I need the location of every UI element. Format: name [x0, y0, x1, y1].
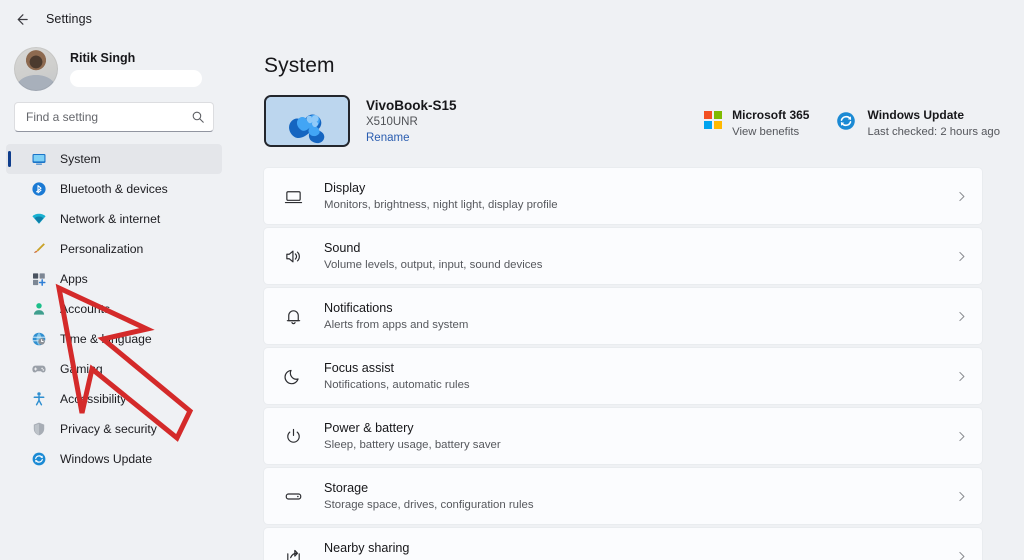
back-arrow-icon[interactable] — [8, 6, 34, 32]
monitor-icon — [282, 185, 304, 207]
row-subtitle: Notifications, automatic rules — [324, 379, 470, 391]
window-title: Settings — [46, 12, 92, 26]
monitor-icon — [30, 151, 47, 168]
row-title: Display — [324, 181, 366, 195]
settings-list: Display Monitors, brightness, night ligh… — [264, 168, 982, 560]
user-profile[interactable]: Ritik Singh — [0, 42, 228, 96]
row-title: Notifications — [324, 301, 393, 315]
sidebar-item-apps[interactable]: Apps — [6, 264, 222, 294]
sidebar-item-system[interactable]: System — [6, 144, 222, 174]
row-title: Storage — [324, 481, 369, 495]
sidebar-item-windows-update[interactable]: Windows Update — [6, 444, 222, 474]
sidebar-item-bluetooth-devices[interactable]: Bluetooth & devices — [6, 174, 222, 204]
settings-window: Settings Ritik Singh Find a setting Syst… — [0, 0, 1024, 560]
device-name: VivoBook-S15 — [366, 98, 457, 113]
sidebar-item-label: Accessibility — [60, 392, 127, 406]
sidebar-item-label: Accounts — [60, 302, 111, 316]
rename-link[interactable]: Rename — [366, 132, 457, 144]
settings-row-notifications[interactable]: Notifications Alerts from apps and syste… — [264, 288, 982, 344]
share-icon — [282, 545, 304, 560]
windows-bloom-wallpaper — [264, 95, 350, 147]
shield-icon — [30, 421, 47, 438]
sidebar-item-label: Network & internet — [60, 212, 161, 226]
chevron-right-icon — [955, 430, 968, 443]
page-title: System — [264, 54, 335, 77]
row-title: Focus assist — [324, 361, 394, 375]
settings-row-storage[interactable]: Storage Storage space, drives, configura… — [264, 468, 982, 524]
sidebar: Ritik Singh Find a setting System Blueto… — [0, 0, 228, 560]
search-placeholder: Find a setting — [26, 110, 99, 124]
gamepad-icon — [30, 361, 47, 378]
globe-clock-icon — [30, 331, 47, 348]
sidebar-item-label: System — [60, 152, 101, 166]
row-subtitle: Storage space, drives, configuration rul… — [324, 499, 534, 511]
apps-grid-icon — [30, 271, 47, 288]
row-subtitle: Sleep, battery usage, battery saver — [324, 439, 501, 451]
sidebar-item-label: Bluetooth & devices — [60, 182, 168, 196]
speaker-icon — [282, 245, 304, 267]
settings-row-sound[interactable]: Sound Volume levels, output, input, soun… — [264, 228, 982, 284]
search-input[interactable]: Find a setting — [14, 102, 214, 132]
bell-icon — [282, 305, 304, 327]
accessibility-person-icon — [30, 391, 47, 408]
status-subtitle: Last checked: 2 hours ago — [867, 126, 1000, 138]
settings-row-display[interactable]: Display Monitors, brightness, night ligh… — [264, 168, 982, 224]
title-bar: Settings — [0, 0, 1024, 38]
device-model: X510UNR — [366, 116, 418, 128]
settings-row-power-battery[interactable]: Power & battery Sleep, battery usage, ba… — [264, 408, 982, 464]
sidebar-nav: System Bluetooth & devices Network & int… — [0, 144, 228, 474]
sidebar-item-gaming[interactable]: Gaming — [6, 354, 222, 384]
bluetooth-icon — [30, 181, 47, 198]
chevron-right-icon — [955, 550, 968, 560]
wifi-icon — [30, 211, 47, 228]
windows-update-widget[interactable]: Windows Update Last checked: 2 hours ago — [835, 108, 1000, 138]
microsoft-logo-icon — [704, 111, 723, 129]
row-title: Nearby sharing — [324, 541, 410, 555]
sidebar-item-label: Apps — [60, 272, 88, 286]
status-widgets: Microsoft 365 View benefits Windows Upda… — [704, 108, 1000, 138]
sidebar-item-accounts[interactable]: Accounts — [6, 294, 222, 324]
search-icon — [191, 110, 205, 124]
crescent-moon-icon — [282, 365, 304, 387]
drive-icon — [282, 485, 304, 507]
chevron-right-icon — [955, 190, 968, 203]
sidebar-item-personalization[interactable]: Personalization — [6, 234, 222, 264]
row-subtitle: Monitors, brightness, night light, displ… — [324, 199, 558, 211]
refresh-circle-icon — [30, 451, 47, 468]
sidebar-item-accessibility[interactable]: Accessibility — [6, 384, 222, 414]
sidebar-item-label: Personalization — [60, 242, 144, 256]
row-title: Sound — [324, 241, 361, 255]
status-title: Windows Update — [867, 108, 965, 122]
chevron-right-icon — [955, 370, 968, 383]
settings-row-nearby-sharing[interactable]: Nearby sharing Discoverability, received… — [264, 528, 982, 560]
power-icon — [282, 425, 304, 447]
update-refresh-icon — [835, 110, 857, 132]
sidebar-item-network-internet[interactable]: Network & internet — [6, 204, 222, 234]
settings-row-focus-assist[interactable]: Focus assist Notifications, automatic ru… — [264, 348, 982, 404]
paintbrush-icon — [30, 241, 47, 258]
status-subtitle: View benefits — [732, 126, 800, 138]
chevron-right-icon — [955, 490, 968, 503]
person-icon — [30, 301, 47, 318]
chevron-right-icon — [955, 310, 968, 323]
microsoft-365-widget[interactable]: Microsoft 365 View benefits — [704, 108, 809, 138]
main-content: System VivoBook-S15 X510UNR Rename Micro… — [228, 0, 1024, 560]
row-title: Power & battery — [324, 421, 414, 435]
sidebar-item-privacy-security[interactable]: Privacy & security — [6, 414, 222, 444]
sidebar-item-label: Time & language — [60, 332, 152, 346]
user-email-redaction — [70, 70, 202, 87]
status-title: Microsoft 365 — [732, 108, 810, 122]
sidebar-item-label: Privacy & security — [60, 422, 157, 436]
sidebar-item-label: Gaming — [60, 362, 103, 376]
row-subtitle: Alerts from apps and system — [324, 319, 469, 331]
sidebar-item-time-language[interactable]: Time & language — [6, 324, 222, 354]
user-name: Ritik Singh — [70, 51, 136, 65]
avatar — [14, 47, 58, 91]
row-subtitle: Volume levels, output, input, sound devi… — [324, 259, 543, 271]
sidebar-item-label: Windows Update — [60, 452, 153, 466]
chevron-right-icon — [955, 250, 968, 263]
